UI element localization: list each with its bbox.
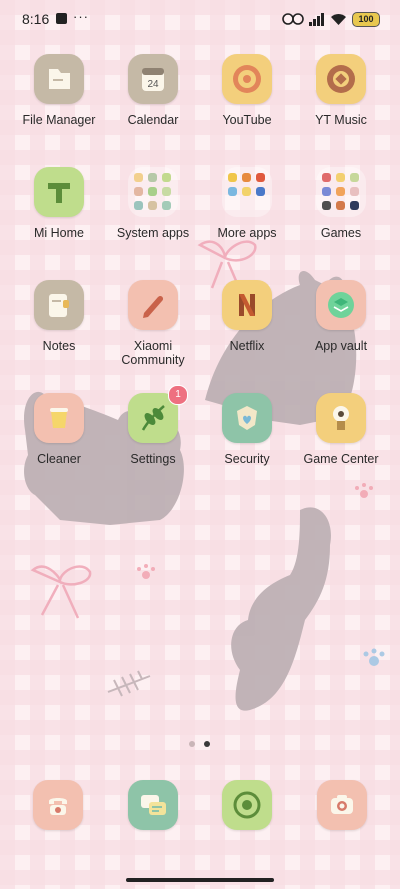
- app-file-manager[interactable]: File Manager: [12, 54, 106, 127]
- app-mi-home[interactable]: Mi Home: [12, 167, 106, 240]
- notification-badge: 1: [168, 385, 188, 405]
- wifi-icon: [331, 13, 346, 25]
- app-label: Security: [224, 452, 270, 466]
- app-label: Xiaomi Community: [121, 339, 185, 367]
- dock-phone[interactable]: [33, 780, 83, 830]
- app-netflix[interactable]: Netflix: [200, 280, 294, 353]
- mi-home-icon: [34, 167, 84, 217]
- game-center-icon: [316, 393, 366, 443]
- folder-games[interactable]: Games: [294, 167, 388, 240]
- app-settings[interactable]: 1 Settings: [106, 385, 200, 466]
- app-label: More apps: [217, 226, 277, 240]
- phone-icon: [49, 798, 67, 815]
- app-calendar[interactable]: 24 Calendar: [106, 54, 200, 127]
- youtube-icon: [222, 54, 272, 104]
- page-dot-active[interactable]: [204, 741, 210, 747]
- dock-camera[interactable]: [317, 780, 367, 830]
- app-security[interactable]: Security: [200, 393, 294, 466]
- app-label: Netflix: [229, 339, 265, 353]
- app-label: Games: [320, 226, 362, 240]
- dock-messages[interactable]: [128, 780, 178, 830]
- folder-system-apps[interactable]: System apps: [106, 167, 200, 240]
- app-yt-music[interactable]: YT Music: [294, 54, 388, 127]
- yt-music-icon: [316, 54, 366, 104]
- app-cleaner[interactable]: Cleaner: [12, 393, 106, 466]
- app-vault-icon: [316, 280, 366, 330]
- vibrate-icon: [282, 13, 304, 25]
- app-notes[interactable]: Notes: [12, 280, 106, 353]
- browser-icon: [233, 791, 261, 819]
- folder-icon: [222, 167, 272, 217]
- app-youtube[interactable]: YouTube: [200, 54, 294, 127]
- file-manager-icon: [34, 54, 84, 104]
- netflix-icon: [222, 280, 272, 330]
- home-gesture-bar[interactable]: [126, 878, 274, 882]
- app-xiaomi-community[interactable]: Xiaomi Community: [106, 280, 200, 367]
- app-app-vault[interactable]: App vault: [294, 280, 388, 353]
- calendar-date: 24: [147, 79, 159, 90]
- app-label: YouTube: [222, 113, 272, 127]
- folder-icon: [128, 167, 178, 217]
- app-game-center[interactable]: Game Center: [294, 393, 388, 466]
- status-time: 8:16: [22, 11, 50, 27]
- app-label: YT Music: [315, 113, 367, 127]
- app-label: File Manager: [22, 113, 96, 127]
- folder-more-apps[interactable]: More apps: [200, 167, 294, 240]
- battery-icon: 100: [352, 11, 380, 27]
- app-label: Settings: [130, 452, 176, 466]
- app-label: Game Center: [303, 452, 379, 466]
- app-label: App vault: [314, 339, 368, 353]
- notes-icon: [34, 280, 84, 330]
- more-notifications-icon: ···: [73, 9, 89, 24]
- security-icon: [222, 393, 272, 443]
- app-label: Calendar: [127, 113, 179, 127]
- cleaner-icon: [34, 393, 84, 443]
- signal-icon: [309, 12, 324, 26]
- xiaomi-community-icon: [128, 280, 178, 330]
- status-bar: 8:16 ··· 100: [0, 0, 400, 40]
- folder-icon: [316, 167, 366, 217]
- dock-browser[interactable]: [222, 780, 272, 830]
- app-label: System apps: [116, 226, 190, 240]
- messages-icon: [141, 795, 166, 815]
- app-label: Mi Home: [33, 226, 84, 240]
- page-dot[interactable]: [189, 741, 195, 747]
- app-label: Cleaner: [37, 452, 81, 466]
- camera-icon: [331, 795, 353, 814]
- status-icons: 100: [282, 10, 380, 28]
- calendar-icon: 24: [128, 54, 178, 104]
- page-indicator: [189, 741, 210, 747]
- notification-square-icon: [56, 13, 67, 24]
- app-label: Notes: [42, 339, 76, 353]
- settings-icon: 1: [128, 385, 188, 443]
